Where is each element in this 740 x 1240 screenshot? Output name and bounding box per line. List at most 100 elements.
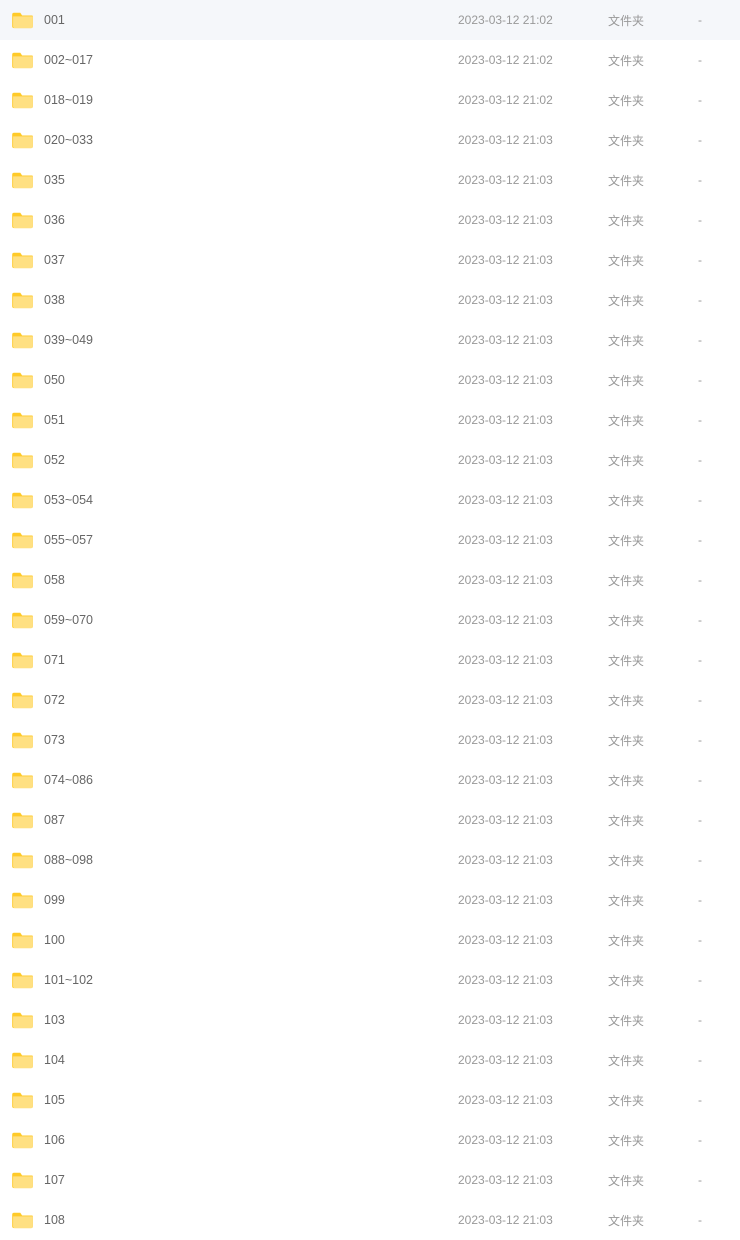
file-row[interactable]: 0352023-03-12 21:03文件夹- bbox=[0, 160, 740, 200]
file-size-cell: - bbox=[698, 1053, 728, 1067]
file-row[interactable]: 059~0702023-03-12 21:03文件夹- bbox=[0, 600, 740, 640]
file-size-cell: - bbox=[698, 933, 728, 947]
file-row[interactable]: 1072023-03-12 21:03文件夹- bbox=[0, 1160, 740, 1200]
file-row[interactable]: 002~0172023-03-12 21:02文件夹- bbox=[0, 40, 740, 80]
file-size-cell: - bbox=[698, 53, 728, 67]
file-type-cell: 文件夹 bbox=[608, 1052, 698, 1069]
file-row[interactable]: 1052023-03-12 21:03文件夹- bbox=[0, 1080, 740, 1120]
file-row[interactable]: 018~0192023-03-12 21:02文件夹- bbox=[0, 80, 740, 120]
file-name-cell: 099 bbox=[12, 891, 458, 909]
file-size-cell: - bbox=[698, 13, 728, 27]
file-row[interactable]: 0502023-03-12 21:03文件夹- bbox=[0, 360, 740, 400]
file-type-cell: 文件夹 bbox=[608, 332, 698, 349]
file-type-cell: 文件夹 bbox=[608, 1132, 698, 1149]
file-row[interactable]: 1062023-03-12 21:03文件夹- bbox=[0, 1120, 740, 1160]
file-row[interactable]: 0732023-03-12 21:03文件夹- bbox=[0, 720, 740, 760]
file-size-cell: - bbox=[698, 773, 728, 787]
folder-icon bbox=[12, 811, 34, 829]
file-row[interactable]: 088~0982023-03-12 21:03文件夹- bbox=[0, 840, 740, 880]
file-row[interactable]: 0512023-03-12 21:03文件夹- bbox=[0, 400, 740, 440]
file-name-cell: 020~033 bbox=[12, 131, 458, 149]
folder-icon bbox=[12, 971, 34, 989]
file-type-cell: 文件夹 bbox=[608, 12, 698, 29]
file-name-label: 104 bbox=[44, 1053, 65, 1067]
file-row[interactable]: 0582023-03-12 21:03文件夹- bbox=[0, 560, 740, 600]
file-row[interactable]: 0712023-03-12 21:03文件夹- bbox=[0, 640, 740, 680]
file-date-cell: 2023-03-12 21:03 bbox=[458, 1213, 608, 1227]
file-name-cell: 087 bbox=[12, 811, 458, 829]
file-date-cell: 2023-03-12 21:03 bbox=[458, 1133, 608, 1147]
file-row[interactable]: 1032023-03-12 21:03文件夹- bbox=[0, 1000, 740, 1040]
file-size-cell: - bbox=[698, 453, 728, 467]
file-row[interactable]: 074~0862023-03-12 21:03文件夹- bbox=[0, 760, 740, 800]
file-name-cell: 100 bbox=[12, 931, 458, 949]
file-size-cell: - bbox=[698, 293, 728, 307]
file-name-label: 052 bbox=[44, 453, 65, 467]
file-name-label: 108 bbox=[44, 1213, 65, 1227]
folder-icon bbox=[12, 891, 34, 909]
folder-icon bbox=[12, 491, 34, 509]
folder-icon bbox=[12, 571, 34, 589]
folder-icon bbox=[12, 1011, 34, 1029]
file-size-cell: - bbox=[698, 133, 728, 147]
file-row[interactable]: 104 2023-03-12 21:03文件夹- bbox=[0, 1040, 740, 1080]
file-name-cell: 036 bbox=[12, 211, 458, 229]
file-size-cell: - bbox=[698, 1173, 728, 1187]
file-date-cell: 2023-03-12 21:03 bbox=[458, 773, 608, 787]
file-name-label: 058 bbox=[44, 573, 65, 587]
file-name-cell: 018~019 bbox=[12, 91, 458, 109]
file-name-cell: 055~057 bbox=[12, 531, 458, 549]
file-name-label: 018~019 bbox=[44, 93, 93, 107]
file-date-cell: 2023-03-12 21:03 bbox=[458, 1053, 608, 1067]
file-type-cell: 文件夹 bbox=[608, 52, 698, 69]
file-name-label: 088~098 bbox=[44, 853, 93, 867]
file-type-cell: 文件夹 bbox=[608, 532, 698, 549]
file-row[interactable]: 0522023-03-12 21:03文件夹- bbox=[0, 440, 740, 480]
folder-icon bbox=[12, 171, 34, 189]
file-row[interactable]: 0362023-03-12 21:03文件夹- bbox=[0, 200, 740, 240]
file-row[interactable]: 001 2023-03-12 21:02文件夹- bbox=[0, 0, 740, 40]
file-name-cell: 105 bbox=[12, 1091, 458, 1109]
file-date-cell: 2023-03-12 21:03 bbox=[458, 1013, 608, 1027]
file-name-label: 103 bbox=[44, 1013, 65, 1027]
folder-icon bbox=[12, 51, 34, 69]
file-type-cell: 文件夹 bbox=[608, 572, 698, 589]
file-date-cell: 2023-03-12 21:02 bbox=[458, 13, 608, 27]
folder-icon bbox=[12, 211, 34, 229]
file-size-cell: - bbox=[698, 733, 728, 747]
file-row[interactable]: 020~0332023-03-12 21:03文件夹- bbox=[0, 120, 740, 160]
file-type-cell: 文件夹 bbox=[608, 372, 698, 389]
file-row[interactable]: 053~0542023-03-12 21:03文件夹- bbox=[0, 480, 740, 520]
file-name-cell: 108 bbox=[12, 1211, 458, 1229]
file-type-cell: 文件夹 bbox=[608, 852, 698, 869]
file-size-cell: - bbox=[698, 1133, 728, 1147]
file-row[interactable]: 1002023-03-12 21:03文件夹- bbox=[0, 920, 740, 960]
file-type-cell: 文件夹 bbox=[608, 412, 698, 429]
file-row[interactable]: 0992023-03-12 21:03文件夹- bbox=[0, 880, 740, 920]
file-name-label: 050 bbox=[44, 373, 65, 387]
file-name-cell: 101~102 bbox=[12, 971, 458, 989]
folder-icon bbox=[12, 371, 34, 389]
file-row[interactable]: 039~0492023-03-12 21:03文件夹- bbox=[0, 320, 740, 360]
file-date-cell: 2023-03-12 21:03 bbox=[458, 493, 608, 507]
file-name-cell: 052 bbox=[12, 451, 458, 469]
file-size-cell: - bbox=[698, 813, 728, 827]
file-row[interactable]: 0872023-03-12 21:03文件夹- bbox=[0, 800, 740, 840]
file-row[interactable]: 101~1022023-03-12 21:03文件夹- bbox=[0, 960, 740, 1000]
folder-icon bbox=[12, 11, 34, 29]
file-row[interactable]: 0382023-03-12 21:03文件夹- bbox=[0, 280, 740, 320]
file-date-cell: 2023-03-12 21:03 bbox=[458, 253, 608, 267]
file-size-cell: - bbox=[698, 533, 728, 547]
file-row[interactable]: 1082023-03-12 21:03文件夹- bbox=[0, 1200, 740, 1240]
file-row[interactable]: 0372023-03-12 21:03文件夹- bbox=[0, 240, 740, 280]
file-size-cell: - bbox=[698, 253, 728, 267]
file-name-label: 036 bbox=[44, 213, 65, 227]
file-row[interactable]: 055~0572023-03-12 21:03文件夹- bbox=[0, 520, 740, 560]
file-date-cell: 2023-03-12 21:03 bbox=[458, 573, 608, 587]
file-name-label: 074~086 bbox=[44, 773, 93, 787]
file-type-cell: 文件夹 bbox=[608, 172, 698, 189]
file-row[interactable]: 0722023-03-12 21:03文件夹- bbox=[0, 680, 740, 720]
file-type-cell: 文件夹 bbox=[608, 732, 698, 749]
file-size-cell: - bbox=[698, 693, 728, 707]
file-name-label: 001 bbox=[44, 13, 65, 27]
